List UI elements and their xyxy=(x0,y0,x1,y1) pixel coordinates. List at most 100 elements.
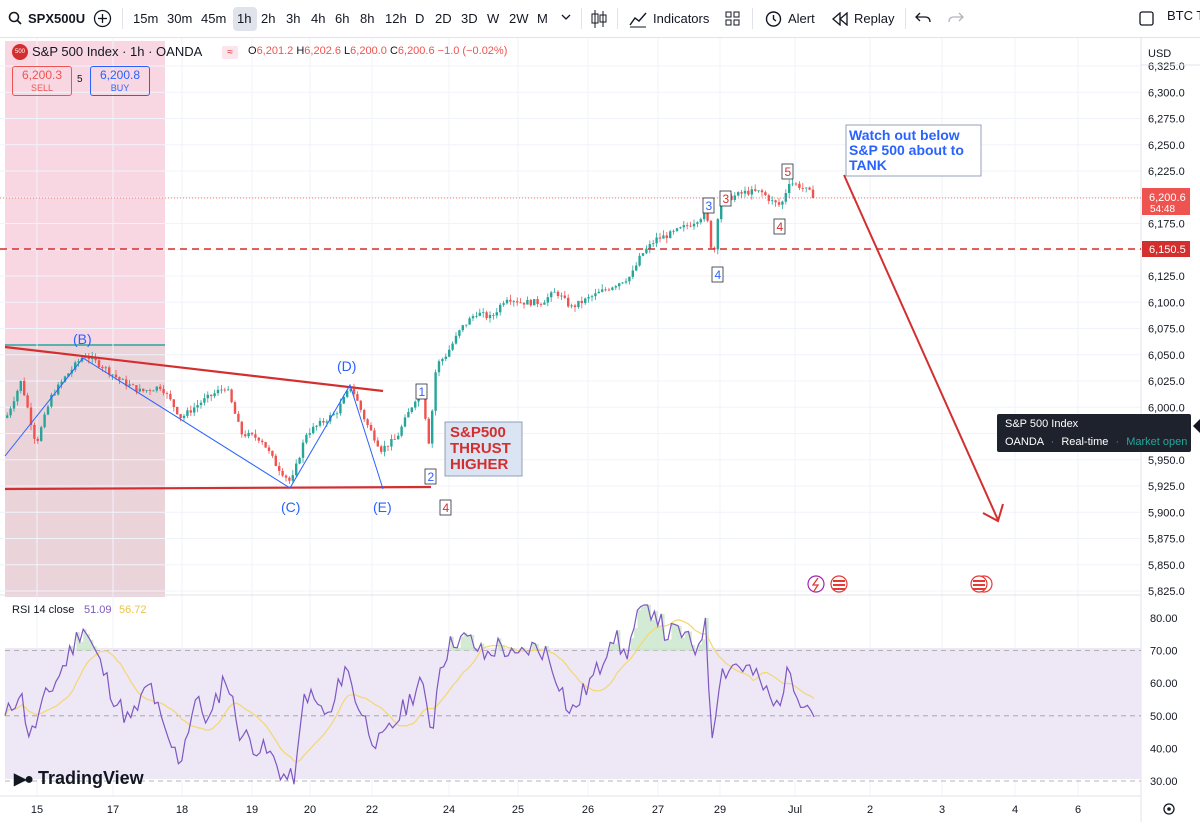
chart-area[interactable]: (B) (C) (D) (E) 1 2 4 3 4 3 4 5 S&P500 T… xyxy=(0,38,1200,822)
svg-text:4: 4 xyxy=(715,268,722,282)
price-label[interactable]: 6,100.0 xyxy=(1148,297,1185,309)
interval-4h[interactable]: 4h xyxy=(311,0,325,37)
replay-button[interactable]: Replay xyxy=(854,0,894,37)
layouts-grid-icon[interactable] xyxy=(725,11,740,26)
interval-1h[interactable]: 1h xyxy=(237,0,251,37)
interval-d[interactable]: D xyxy=(415,0,424,37)
checkbox-icon[interactable] xyxy=(1139,11,1154,26)
svg-text:S&P500: S&P500 xyxy=(450,424,506,441)
price-label[interactable]: 6,050.0 xyxy=(1148,350,1185,362)
interval-w[interactable]: W xyxy=(487,0,499,37)
price-label[interactable]: 6,075.0 xyxy=(1148,324,1185,336)
rsi-title[interactable]: RSI 14 close xyxy=(12,604,74,616)
replay-icon[interactable] xyxy=(832,12,848,26)
time-label[interactable]: Jul xyxy=(788,804,802,816)
interval-m[interactable]: M xyxy=(537,0,548,37)
alert-clock-icon[interactable] xyxy=(764,9,783,28)
price-label[interactable]: 6,225.0 xyxy=(1148,166,1185,178)
search-icon[interactable] xyxy=(8,11,22,25)
interval-2w[interactable]: 2W xyxy=(509,0,529,37)
interval-8h[interactable]: 8h xyxy=(360,0,374,37)
interval-30m[interactable]: 30m xyxy=(167,0,192,37)
price-label[interactable]: 6,175.0 xyxy=(1148,219,1185,231)
interval-15m[interactable]: 15m xyxy=(133,0,158,37)
svg-text:HIGHER: HIGHER xyxy=(450,456,509,473)
rsi-axis-label[interactable]: 70.00 xyxy=(1150,646,1178,658)
time-label[interactable]: 29 xyxy=(714,804,726,816)
undo-icon[interactable] xyxy=(915,11,931,25)
candles-icon[interactable] xyxy=(590,9,608,29)
time-label[interactable]: 4 xyxy=(1012,804,1018,816)
tradingview-logo[interactable]: ▶● TradingView xyxy=(14,768,144,789)
redo-icon[interactable] xyxy=(948,11,964,25)
svg-text:2: 2 xyxy=(428,470,435,484)
time-axis-labels[interactable]: 15 17 18 19 20 22 24 25 26 27 29 Jul 2 3 4 6 xyxy=(31,804,1081,816)
time-label[interactable]: 26 xyxy=(582,804,594,816)
price-label[interactable]: 5,825.0 xyxy=(1148,586,1185,598)
chevron-down-icon[interactable] xyxy=(561,14,571,22)
price-label[interactable]: 6,000.0 xyxy=(1148,402,1185,414)
interval-12h[interactable]: 12h xyxy=(385,0,407,37)
time-label[interactable]: 3 xyxy=(939,804,945,816)
interval-2h[interactable]: 2h xyxy=(261,0,275,37)
time-label[interactable]: 25 xyxy=(512,804,524,816)
event-flash-icon[interactable] xyxy=(807,575,825,593)
alert-button[interactable]: Alert xyxy=(788,0,815,37)
indicators-icon[interactable] xyxy=(629,10,647,28)
us-flag-event-icon[interactable] xyxy=(830,575,848,593)
time-label[interactable]: 17 xyxy=(107,804,119,816)
rsi-axis-label[interactable]: 30.00 xyxy=(1150,776,1178,788)
rsi-axis-label[interactable]: 80.00 xyxy=(1150,613,1178,625)
price-axis-labels[interactable]: 6,325.0 6,300.0 6,275.0 6,250.0 6,225.0 6,200… xyxy=(1148,61,1185,598)
time-label[interactable]: 27 xyxy=(652,804,664,816)
time-label[interactable]: 6 xyxy=(1075,804,1081,816)
svg-text:54:48: 54:48 xyxy=(1150,204,1175,215)
buy-button[interactable]: 6,200.8 BUY xyxy=(90,66,150,96)
time-label[interactable]: 19 xyxy=(246,804,258,816)
flag-icon[interactable]: ≈ xyxy=(222,46,238,59)
price-label[interactable]: 5,950.0 xyxy=(1148,455,1185,467)
down-arrow-line[interactable] xyxy=(843,174,999,521)
price-label[interactable]: 6,250.0 xyxy=(1148,140,1185,152)
watchlist-symbol[interactable]: BTC T xyxy=(1167,0,1200,34)
time-label[interactable]: 22 xyxy=(366,804,378,816)
price-label[interactable]: 6,275.0 xyxy=(1148,114,1185,126)
symbol-title[interactable]: S&P 500 Index · 1h · OANDA xyxy=(32,44,202,59)
currency-label[interactable]: USD xyxy=(1148,48,1171,60)
svg-text:1: 1 xyxy=(419,385,426,399)
tv-logo-icon: ▶● xyxy=(14,771,34,788)
settings-gear-icon[interactable] xyxy=(1163,803,1175,815)
price-label[interactable]: 6,025.0 xyxy=(1148,376,1185,388)
price-label[interactable]: 5,900.0 xyxy=(1148,507,1185,519)
time-label[interactable]: 2 xyxy=(867,804,873,816)
interval-6h[interactable]: 6h xyxy=(335,0,349,37)
symbol-search[interactable]: SPX500U xyxy=(28,0,85,37)
price-label[interactable]: 6,125.0 xyxy=(1148,271,1185,283)
rsi-band xyxy=(5,648,1141,779)
time-label[interactable]: 18 xyxy=(176,804,188,816)
interval-3d[interactable]: 3D xyxy=(461,0,478,37)
time-label[interactable]: 24 xyxy=(443,804,455,816)
price-label[interactable]: 6,300.0 xyxy=(1148,87,1185,99)
watch-out-callout[interactable]: Watch out below S&P 500 about to TANK xyxy=(845,124,982,177)
time-label[interactable]: 20 xyxy=(304,804,316,816)
compare-add-icon[interactable] xyxy=(93,9,112,28)
interval-3h[interactable]: 3h xyxy=(286,0,300,37)
price-label[interactable]: 5,925.0 xyxy=(1148,481,1185,493)
sell-button[interactable]: 6,200.3 SELL xyxy=(12,66,72,96)
rsi-axis-label[interactable]: 40.00 xyxy=(1150,743,1178,755)
price-label[interactable]: 5,850.0 xyxy=(1148,560,1185,572)
scroll-right-icon[interactable] xyxy=(1193,419,1200,433)
thrust-higher-callout[interactable]: S&P500 THRUST HIGHER xyxy=(444,421,523,477)
indicators-button[interactable]: Indicators xyxy=(653,0,709,37)
interval-2d[interactable]: 2D xyxy=(435,0,452,37)
rsi-axis-label[interactable]: 60.00 xyxy=(1150,678,1178,690)
time-label[interactable]: 15 xyxy=(31,804,43,816)
interval-45m[interactable]: 45m xyxy=(201,0,226,37)
price-label[interactable]: 5,875.0 xyxy=(1148,534,1185,546)
rsi-axis-labels[interactable]: 80.00 70.00 60.00 50.00 40.00 30.00 xyxy=(1150,613,1178,788)
rsi-axis-label[interactable]: 50.00 xyxy=(1150,711,1178,723)
symbol-info-tooltip: S&P 500 Index OANDA · Real-time · Market… xyxy=(997,414,1191,452)
price-label[interactable]: 6,325.0 xyxy=(1148,61,1185,73)
us-flag-event-icon-2[interactable] xyxy=(970,575,993,593)
